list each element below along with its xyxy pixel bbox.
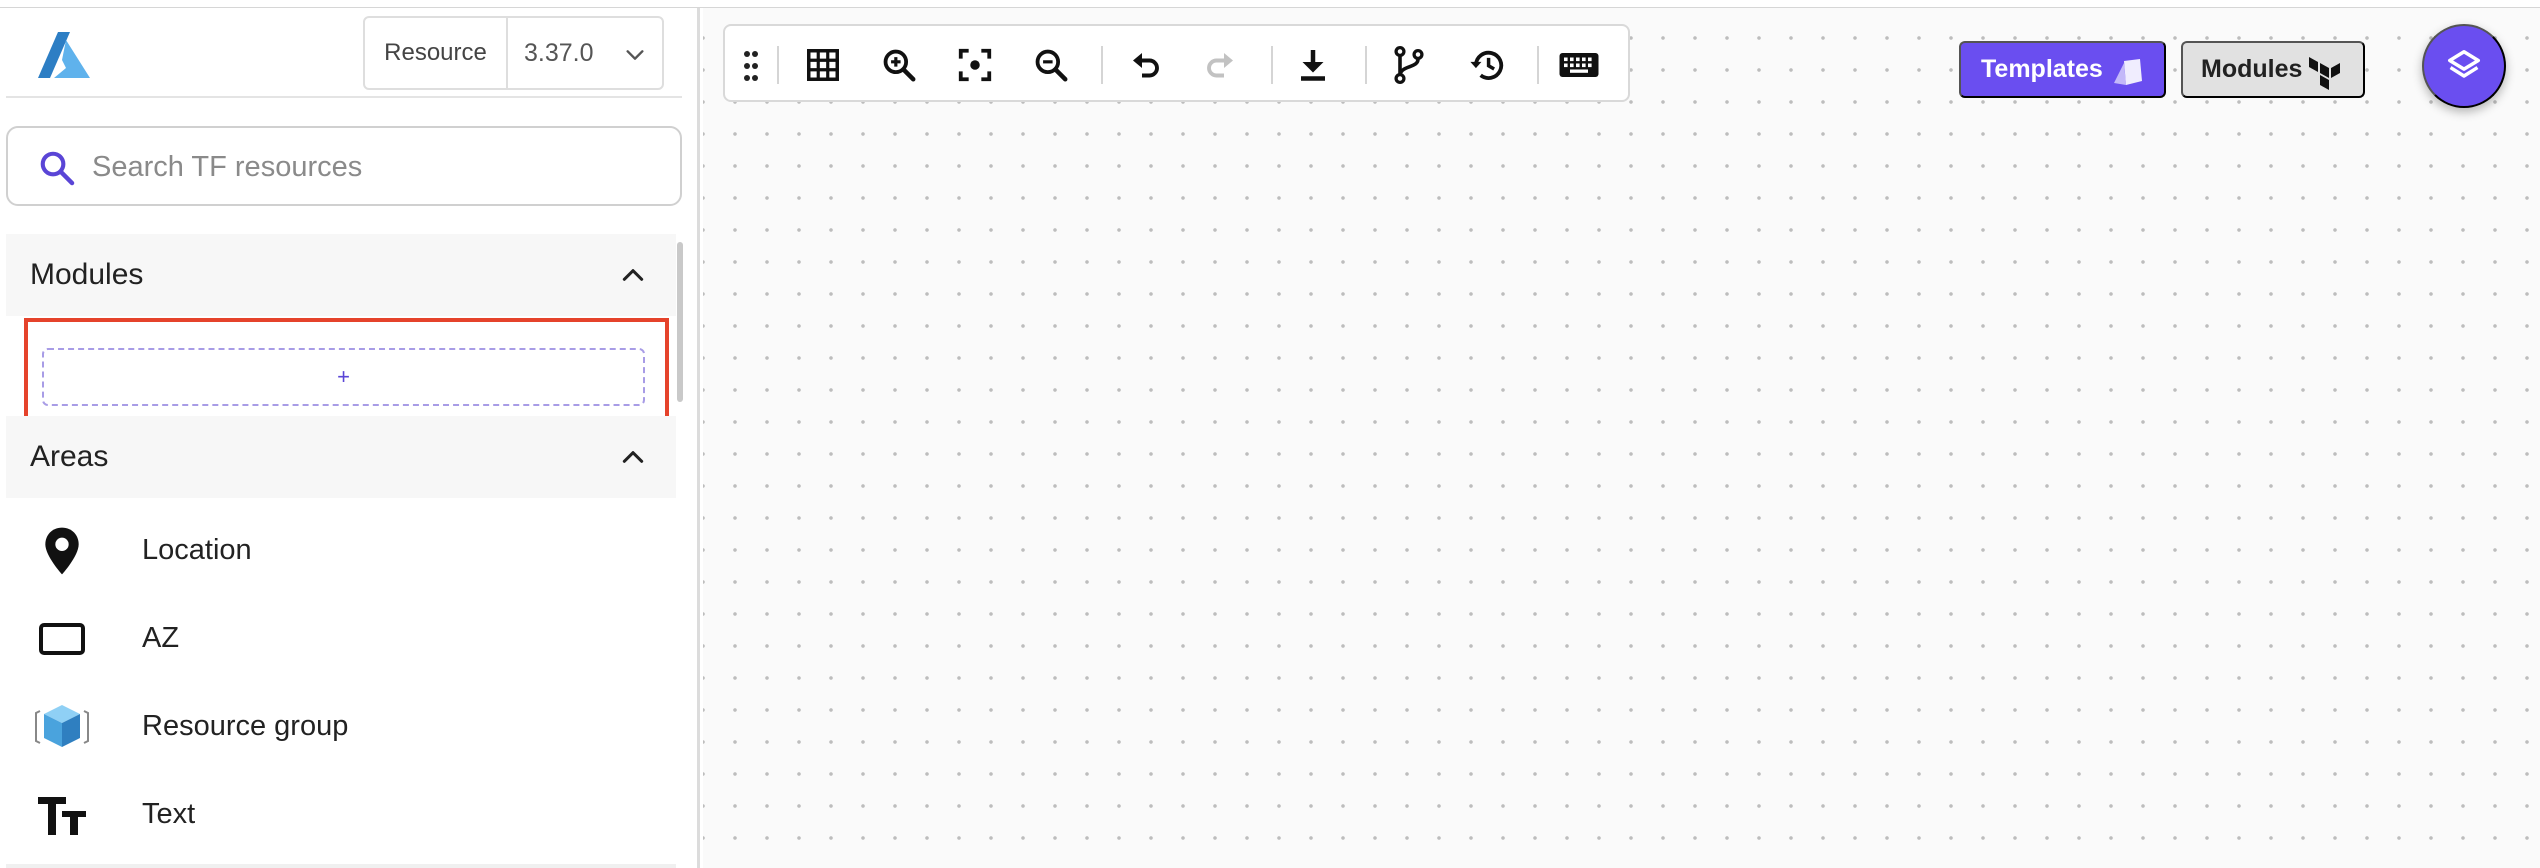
terraform-icon xyxy=(2309,57,2340,90)
search-box[interactable] xyxy=(6,126,682,206)
zoom-out-icon xyxy=(1035,49,1068,82)
version-select[interactable]: 3.37.0 xyxy=(508,18,662,88)
templates-icon xyxy=(2114,59,2142,85)
history-icon xyxy=(1470,50,1504,80)
areas-section-title: Areas xyxy=(30,440,109,473)
grid-icon xyxy=(807,49,839,81)
zoom-in-icon xyxy=(883,49,916,82)
resource-label: Resource xyxy=(365,18,508,88)
download-button[interactable] xyxy=(1291,44,1335,86)
azure-logo-icon[interactable] xyxy=(36,30,92,82)
sidebar-scroll-area: Modules + Areas Location AZ Resource gro… xyxy=(0,234,697,868)
keyboard-icon xyxy=(1559,53,1599,77)
text-format-icon xyxy=(34,790,90,840)
zoom-out-button[interactable] xyxy=(1029,44,1073,86)
modules-button[interactable]: Modules xyxy=(2181,41,2365,98)
download-icon xyxy=(1301,50,1325,81)
toolbar-divider xyxy=(777,46,779,84)
history-button[interactable] xyxy=(1465,44,1509,86)
toolbar-divider xyxy=(1537,46,1539,84)
modules-label: Modules xyxy=(2201,55,2303,83)
search-input[interactable] xyxy=(92,144,662,190)
layers-fab-button[interactable] xyxy=(2422,24,2506,108)
header-divider xyxy=(6,96,682,98)
areas-section-header[interactable]: Areas xyxy=(6,416,676,498)
next-section-edge xyxy=(6,864,676,868)
window-top-border xyxy=(0,0,2540,8)
area-item-resource-group[interactable]: Resource group xyxy=(6,682,676,770)
keyboard-shortcuts-button[interactable] xyxy=(1557,44,1601,86)
sidebar-header: Resource 3.37.0 xyxy=(0,8,697,98)
area-item-label: Resource group xyxy=(142,710,349,742)
location-pin-icon xyxy=(34,526,90,576)
sidebar: Resource 3.37.0 Modules + Are xyxy=(0,8,700,868)
undo-button[interactable] xyxy=(1123,44,1167,86)
search-icon xyxy=(40,151,75,186)
chevron-up-icon[interactable] xyxy=(620,262,646,288)
modules-section-title: Modules xyxy=(30,258,144,291)
provider-version-select[interactable]: Resource 3.37.0 xyxy=(363,16,664,90)
zoom-in-button[interactable] xyxy=(877,44,921,86)
chevron-up-icon[interactable] xyxy=(620,444,646,470)
modules-section-header[interactable]: Modules xyxy=(6,234,676,316)
layers-icon xyxy=(2448,50,2480,78)
area-item-label: Text xyxy=(142,798,196,830)
canvas-toolbar xyxy=(723,24,1630,102)
undo-icon xyxy=(1133,53,1159,78)
toolbar-divider xyxy=(1101,46,1103,84)
templates-button[interactable]: Templates xyxy=(1959,41,2166,98)
templates-label: Templates xyxy=(1981,55,2103,83)
redo-icon xyxy=(1207,53,1233,78)
version-control-button[interactable] xyxy=(1387,44,1431,86)
diagram-canvas[interactable]: Templates Modules xyxy=(703,8,2540,868)
area-item-az[interactable]: AZ xyxy=(6,594,676,682)
drag-handle-icon[interactable] xyxy=(743,50,759,82)
cube-icon xyxy=(34,702,90,752)
area-item-text[interactable]: Text xyxy=(6,770,676,858)
version-value: 3.37.0 xyxy=(524,38,594,67)
sidebar-scrollbar[interactable] xyxy=(677,242,683,402)
area-item-label: AZ xyxy=(142,622,180,654)
rectangle-icon xyxy=(34,614,90,664)
fit-view-icon xyxy=(958,48,992,82)
area-item-location[interactable]: Location xyxy=(6,506,676,594)
add-module-button[interactable]: + xyxy=(42,348,645,406)
toolbar-divider xyxy=(1271,46,1273,84)
chevron-down-icon xyxy=(626,50,644,60)
git-branch-icon xyxy=(1394,45,1424,85)
grid-button[interactable] xyxy=(801,44,845,86)
fit-view-button[interactable] xyxy=(953,44,997,86)
toolbar-divider xyxy=(1365,46,1367,84)
redo-button[interactable] xyxy=(1199,44,1243,86)
area-item-label: Location xyxy=(142,534,252,566)
